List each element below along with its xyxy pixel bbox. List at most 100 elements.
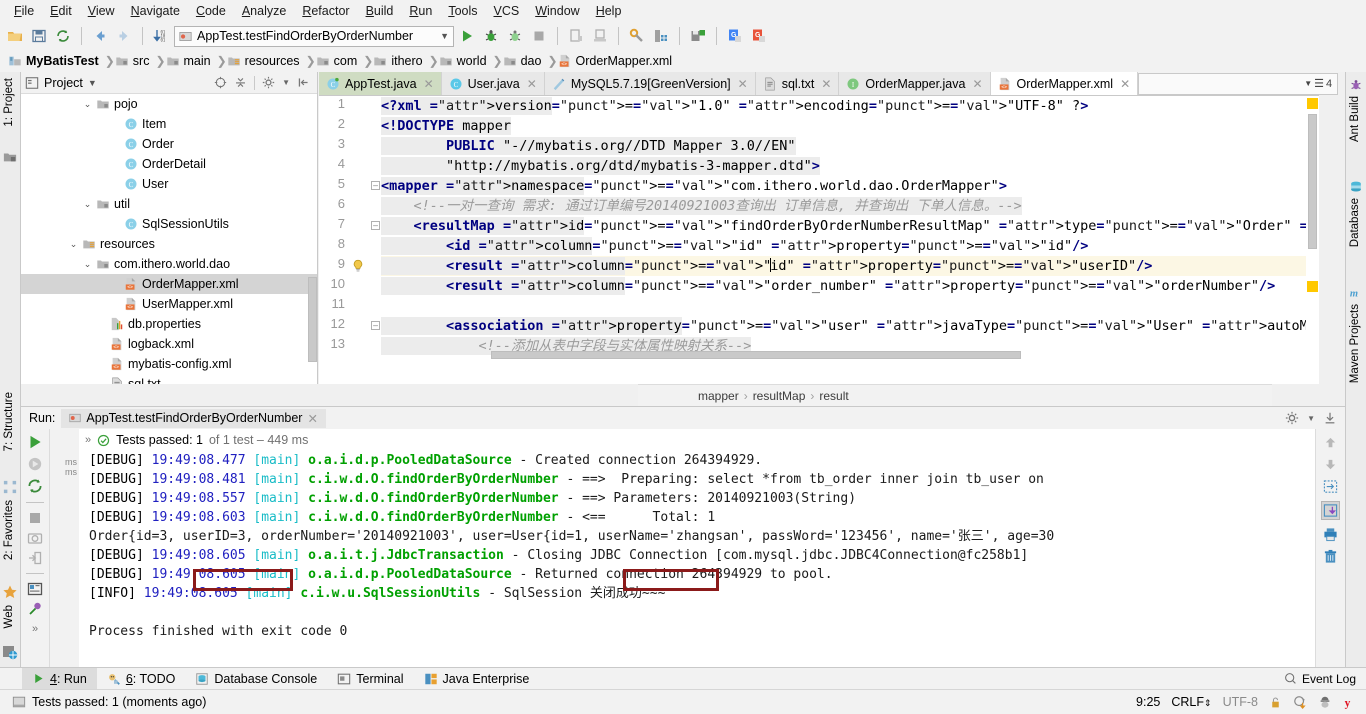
tool-window-button-database-console[interactable]: Database Console: [185, 668, 327, 690]
editor-tab-apptest-java[interactable]: C AppTest.java ✕: [319, 72, 442, 95]
editor-breadcrumb-resultmap[interactable]: resultMap: [753, 389, 806, 403]
code-line[interactable]: <result ="attr">column="punct">=="val">"…: [381, 276, 1275, 296]
back-icon[interactable]: [89, 25, 111, 47]
close-icon[interactable]: ✕: [527, 77, 537, 91]
chevron-down-icon[interactable]: ▼: [282, 78, 290, 87]
sidebar-item-ant-build[interactable]: Ant Build: [1349, 96, 1361, 145]
tree-node-usermapper-xml[interactable]: <> UserMapper.xml: [21, 294, 317, 314]
project-window-icon[interactable]: [3, 150, 17, 164]
web-icon[interactable]: [2, 644, 18, 660]
code-line[interactable]: <result ="attr">column="punct">=="val">"…: [381, 256, 1152, 276]
menu-item-build[interactable]: Build: [358, 2, 402, 20]
ant-build-icon[interactable]: [1349, 78, 1363, 92]
tree-node-user[interactable]: C User: [21, 174, 317, 194]
scroll-to-end-icon[interactable]: [1321, 501, 1340, 520]
code-line[interactable]: <id ="attr">column="punct">=="val">"id" …: [381, 236, 1088, 256]
run-tab[interactable]: AppTest.testFindOrderByOrderNumber ✕: [61, 408, 326, 428]
collapse-all-icon[interactable]: [234, 76, 247, 89]
editor-horizontal-scrollbar[interactable]: [381, 351, 1305, 361]
tree-node-resources[interactable]: ⌄ resources: [21, 234, 317, 254]
breadcrumb-item-world[interactable]: world: [437, 53, 493, 69]
sidebar-item-web[interactable]: Web: [3, 605, 15, 631]
code-line[interactable]: <!--一对一查询 需求: 通过订单编号20140921003查询出 订单信息,…: [381, 196, 1022, 216]
pin-icon[interactable]: [27, 601, 43, 617]
locate-icon[interactable]: [214, 76, 227, 89]
star-icon[interactable]: [2, 584, 18, 600]
close-icon[interactable]: ✕: [738, 77, 748, 91]
project-tree-scrollbar[interactable]: [308, 277, 317, 362]
open-folder-icon[interactable]: [4, 25, 26, 47]
tree-node-sql-txt[interactable]: sql.txt: [21, 374, 317, 384]
google-slides-icon[interactable]: G: [748, 25, 770, 47]
menu-item-tools[interactable]: Tools: [440, 2, 485, 20]
gear-icon[interactable]: [262, 76, 275, 89]
editor-tab-chooser[interactable]: ▼ ☰ 4: [1138, 72, 1339, 95]
inspection-icon[interactable]: [1293, 695, 1307, 709]
tree-node-com-ithero-world-dao[interactable]: ⌄ com.ithero.world.dao: [21, 254, 317, 274]
more-actions-icon[interactable]: »: [32, 623, 38, 635]
soft-wrap-icon[interactable]: [1323, 479, 1338, 494]
file-encoding[interactable]: UTF-8: [1223, 695, 1258, 709]
close-icon[interactable]: ✕: [307, 411, 317, 426]
breadcrumb-item-dao[interactable]: dao: [501, 53, 548, 69]
sync-icon[interactable]: [52, 25, 74, 47]
run-configuration-selector[interactable]: AppTest.testFindOrderByOrderNumber ▼: [174, 25, 454, 47]
code-line[interactable]: <?xml ="attr">version="punct">=="val">"1…: [381, 96, 1088, 116]
close-icon[interactable]: ✕: [424, 77, 434, 91]
tree-node-sqlsessionutils[interactable]: C SqlSessionUtils: [21, 214, 317, 234]
tree-node-logback-xml[interactable]: <> logback.xml: [21, 334, 317, 354]
breadcrumb-item-src[interactable]: src: [113, 53, 156, 69]
chevron-down-icon[interactable]: ⌄: [81, 99, 94, 110]
tool-window-button-java-enterprise[interactable]: Java Enterprise: [414, 668, 540, 690]
line-separator[interactable]: CRLF⇕: [1171, 695, 1211, 709]
lock-icon[interactable]: [1269, 696, 1282, 709]
editor-tab-ordermapper-java[interactable]: I OrderMapper.java ✕: [839, 72, 991, 95]
coverage-icon[interactable]: [504, 25, 526, 47]
fold-marker[interactable]: –: [371, 221, 380, 230]
sidebar-item-project[interactable]: 1: Project: [3, 78, 15, 130]
hector-icon[interactable]: [1318, 695, 1332, 709]
rerun-icon[interactable]: [26, 433, 44, 451]
editor-tab-sql-txt[interactable]: sql.txt ✕: [755, 72, 840, 95]
sidebar-item-structure[interactable]: 7: Structure: [3, 392, 15, 454]
caret-position[interactable]: 9:25: [1136, 695, 1160, 709]
hide-icon[interactable]: [297, 76, 310, 89]
menu-item-analyze[interactable]: Analyze: [234, 2, 294, 20]
forward-icon[interactable]: [113, 25, 135, 47]
menu-item-code[interactable]: Code: [188, 2, 234, 20]
tree-node-item[interactable]: C Item: [21, 114, 317, 134]
breadcrumb-item-ithero[interactable]: ithero: [371, 53, 428, 69]
menu-item-window[interactable]: Window: [527, 2, 587, 20]
tool-window-button-4-run[interactable]: 4: Run: [22, 667, 97, 690]
close-icon[interactable]: ✕: [821, 77, 831, 91]
menu-item-vcs[interactable]: VCS: [486, 2, 528, 20]
editor-vertical-scrollbar[interactable]: [1306, 96, 1319, 361]
editor-gutter[interactable]: 1 2 3 4 5–6 7–8 9 10 11 12–13: [319, 96, 381, 361]
code-line[interactable]: <resultMap ="attr">id="punct">=="val">"f…: [381, 216, 1319, 236]
editor-breadcrumb-mapper[interactable]: mapper: [698, 389, 739, 403]
expand-icon[interactable]: »: [85, 434, 91, 446]
maven-icon[interactable]: m: [1349, 286, 1363, 300]
tree-node-orderdetail[interactable]: C OrderDetail: [21, 154, 317, 174]
tree-node-util[interactable]: ⌄ util: [21, 194, 317, 214]
event-log-button[interactable]: Event Log: [1284, 672, 1366, 686]
breadcrumb-item-com[interactable]: com: [314, 53, 364, 69]
sidebar-item-favorites[interactable]: 2: Favorites: [3, 500, 15, 563]
editor-breadcrumbs[interactable]: mapper › resultMap › result: [638, 384, 1272, 406]
tree-node-order[interactable]: C Order: [21, 134, 317, 154]
fold-marker[interactable]: –: [371, 321, 380, 330]
code-editor[interactable]: 1 2 3 4 5–6 7–8 9 10 11 12–13 <?xml ="attr">versi…: [319, 96, 1319, 361]
menu-item-edit[interactable]: Edit: [42, 2, 80, 20]
settings-wrench-icon[interactable]: [626, 25, 648, 47]
hide-window-icon[interactable]: [1323, 411, 1337, 425]
editor-breadcrumb-result[interactable]: result: [819, 389, 848, 403]
menu-item-run[interactable]: Run: [401, 2, 440, 20]
save-all-icon[interactable]: [28, 25, 50, 47]
settings-layout-icon[interactable]: [27, 581, 43, 597]
chevron-down-icon[interactable]: ⌄: [81, 259, 94, 270]
menu-item-refactor[interactable]: Refactor: [294, 2, 357, 20]
editor-tab-user-java[interactable]: C User.java ✕: [441, 72, 545, 95]
debug-icon[interactable]: [480, 25, 502, 47]
save-db-icon[interactable]: [687, 25, 709, 47]
chevron-down-icon[interactable]: ▼: [440, 31, 449, 41]
